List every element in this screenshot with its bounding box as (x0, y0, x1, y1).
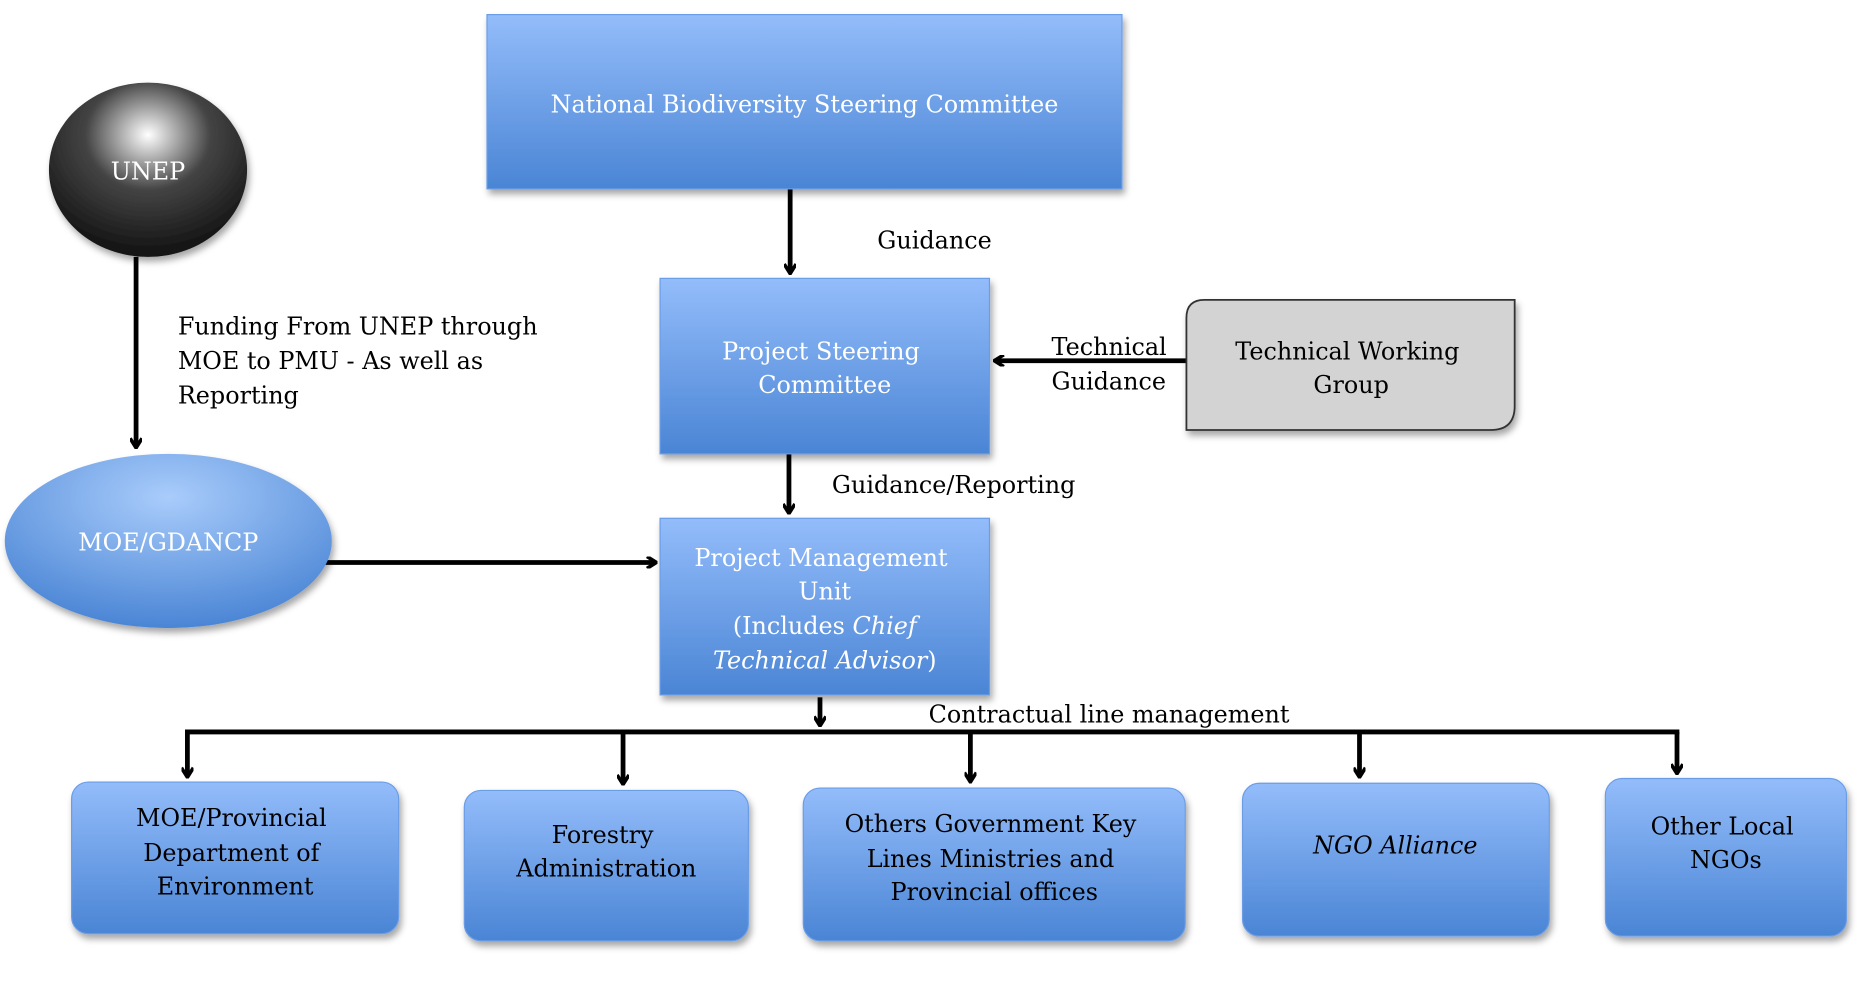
node-label: (Includes Chief (733, 612, 921, 640)
node-psc: Project Steering Committee (659, 277, 991, 455)
label-contractual: Contractual line management (929, 700, 1290, 728)
node-pmu: Project Management Unit (Includes Chief … (659, 517, 991, 696)
node-nbsc: National Biodiversity Steering Committee (486, 13, 1123, 190)
label-technical-guidance: Technical Guidance (1052, 333, 1175, 396)
node-other-local-ngos: Other Local NGOs (1604, 777, 1848, 937)
node-twg: Technical Working Group (1185, 298, 1516, 431)
org-diagram: National Biodiversity Steering Committee… (4, 13, 1848, 942)
node-unep: UNEP (48, 82, 248, 257)
node-moe-provincial: MOE/Provincial Department of Environment (71, 781, 400, 935)
node-label: MOE/GDANCP (78, 529, 258, 557)
node-label: MOE/Provincial Department of Environment (136, 804, 334, 900)
label-funding: Funding From UNEP through MOE to PMU - A… (178, 312, 545, 409)
node-label: UNEP (111, 157, 185, 185)
node-moe-gdancp: MOE/GDANCP (4, 453, 332, 629)
node-label: NGO Alliance (1312, 832, 1477, 860)
node-government-ministries: Others Government Key Lines Ministries a… (802, 787, 1186, 942)
label-guidance: Guidance (877, 227, 991, 255)
label-guidance-reporting: Guidance/Reporting (832, 471, 1075, 499)
node-ngo-alliance: NGO Alliance (1241, 782, 1550, 937)
node-forestry: Forestry Administration (463, 789, 749, 942)
node-label: National Biodiversity Steering Committee (551, 90, 1059, 118)
node-label: Technical Advisor) (713, 647, 937, 675)
